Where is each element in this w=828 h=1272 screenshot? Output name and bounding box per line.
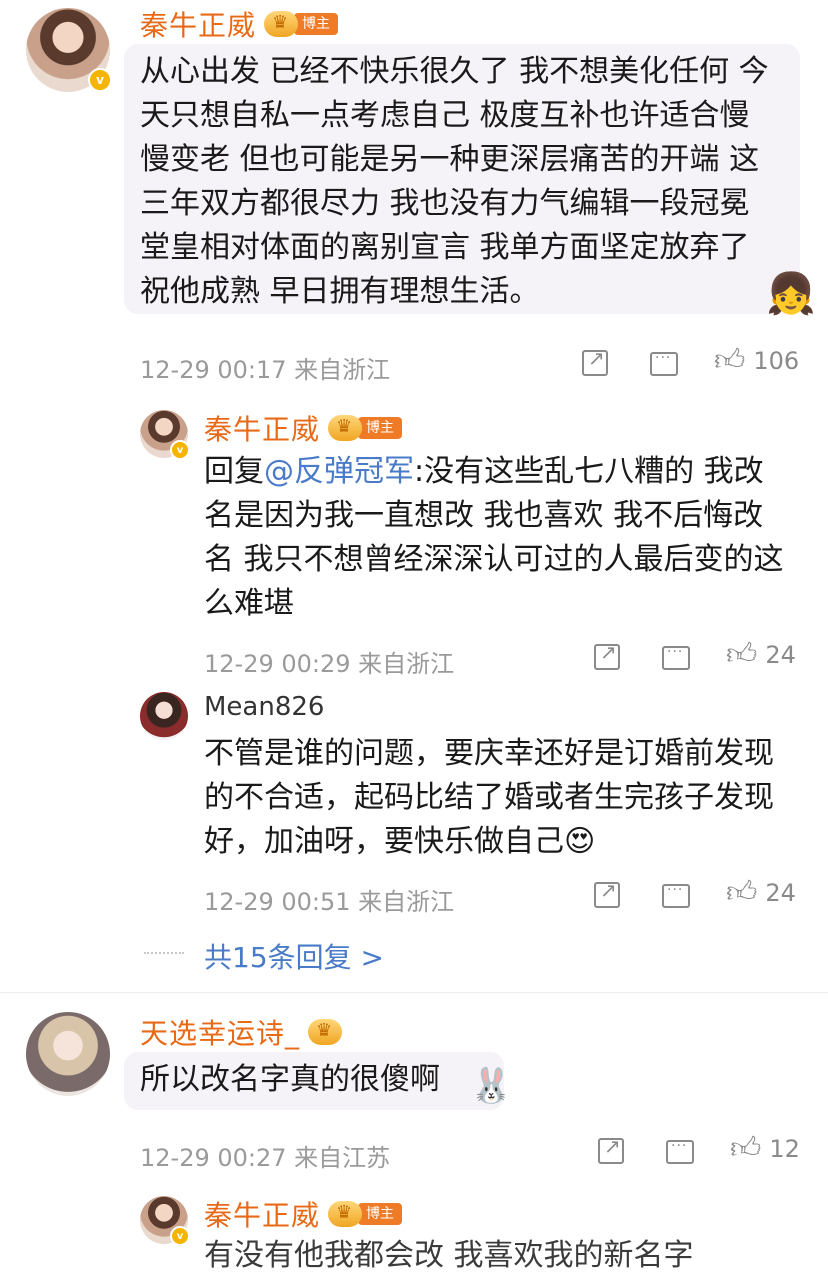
thumbs-up-icon: 👍︎	[726, 875, 758, 910]
verified-badge-icon: v	[170, 1226, 190, 1246]
verified-badge-icon: v	[88, 68, 112, 92]
comment-text: 从心出发 已经不快乐很久了 我不想美化任何 今 天只想自私一点考虑自己 极度互补…	[140, 54, 769, 309]
mention-link[interactable]: @反弹冠军	[264, 454, 414, 489]
bubble-sticker-icon: 👧	[766, 271, 816, 317]
comment-button[interactable]	[666, 1138, 694, 1164]
comment-meta: 12-29 00:27 来自江苏	[140, 1144, 391, 1172]
crown-icon	[308, 1019, 343, 1045]
share-button[interactable]	[594, 640, 620, 670]
username[interactable]: 天选幸运诗_	[140, 1012, 300, 1052]
emoji-icon: 😍	[564, 824, 596, 859]
share-button[interactable]	[582, 346, 608, 376]
reply-text: 回复@反弹冠军:没有这些乱七八糟的 我改 名是因为我一直想改 我也喜欢 我不后悔…	[204, 454, 784, 621]
comment-header: 天选幸运诗_	[140, 1012, 343, 1052]
like-button[interactable]: 👍︎ 12	[730, 1134, 800, 1164]
share-icon	[598, 1134, 624, 1164]
comment-icon	[650, 350, 678, 376]
like-button[interactable]: 👍︎ 24	[726, 640, 796, 670]
reply-header: 秦牛正威 博主	[204, 1194, 403, 1234]
username[interactable]: 秦牛正威	[204, 1194, 320, 1234]
thumbs-up-icon: 👍︎	[714, 343, 746, 378]
avatar[interactable]	[26, 1012, 110, 1096]
verified-badge-icon: v	[170, 440, 190, 460]
reply-text: 有没有他我都会改 我喜欢我的新名字	[204, 1238, 694, 1272]
divider-dots	[144, 952, 184, 954]
username[interactable]: 秦牛正威	[204, 408, 320, 448]
share-icon	[582, 346, 608, 376]
comment-text: 所以改名字真的很傻啊	[140, 1062, 440, 1097]
crown-icon	[328, 415, 363, 441]
username[interactable]: 秦牛正威	[140, 4, 256, 44]
blogger-tag: 博主	[358, 417, 403, 439]
reply-text: 不管是谁的问题，要庆幸还好是订婚前发现 的不合适，起码比结了婚或者生完孩子发现 …	[204, 736, 774, 859]
reply-header: 秦牛正威 博主	[204, 408, 403, 448]
comment-button[interactable]	[650, 350, 678, 376]
like-count: 12	[769, 1135, 800, 1163]
comment-meta: 12-29 00:17 来自浙江	[140, 356, 391, 384]
comment-button[interactable]	[662, 644, 690, 670]
thumbs-up-icon: 👍︎	[726, 637, 758, 672]
comment-icon	[666, 1138, 694, 1164]
share-icon	[594, 640, 620, 670]
like-count: 106	[753, 347, 800, 375]
username[interactable]: Mean826	[204, 692, 324, 722]
like-button[interactable]: 👍︎ 24	[726, 878, 796, 908]
thumbs-up-icon: 👍︎	[730, 1131, 762, 1166]
like-button[interactable]: 👍︎ 106	[714, 346, 799, 376]
like-count: 24	[765, 641, 796, 669]
reply-text-clip: 有没有他我都会改 我喜欢我的新名字	[204, 1238, 824, 1272]
reply-meta: 12-29 00:29 来自浙江	[204, 650, 455, 678]
comment-icon	[662, 882, 690, 908]
share-icon	[594, 878, 620, 908]
reply-meta: 12-29 00:51 来自浙江	[204, 888, 455, 916]
comment-icon	[662, 644, 690, 670]
bubble-sticker-icon: 🐰	[470, 1066, 513, 1106]
comment-header: 秦牛正威 博主	[140, 4, 339, 44]
divider	[0, 992, 828, 993]
blogger-tag: 博主	[294, 13, 339, 35]
comment-button[interactable]	[662, 882, 690, 908]
crown-icon	[328, 1201, 363, 1227]
blogger-tag: 博主	[358, 1203, 403, 1225]
share-button[interactable]	[598, 1134, 624, 1164]
crown-icon	[264, 11, 299, 37]
more-replies-link[interactable]: 共15条回复 >	[204, 936, 384, 976]
avatar[interactable]	[140, 692, 188, 740]
like-count: 24	[765, 879, 796, 907]
share-button[interactable]	[594, 878, 620, 908]
